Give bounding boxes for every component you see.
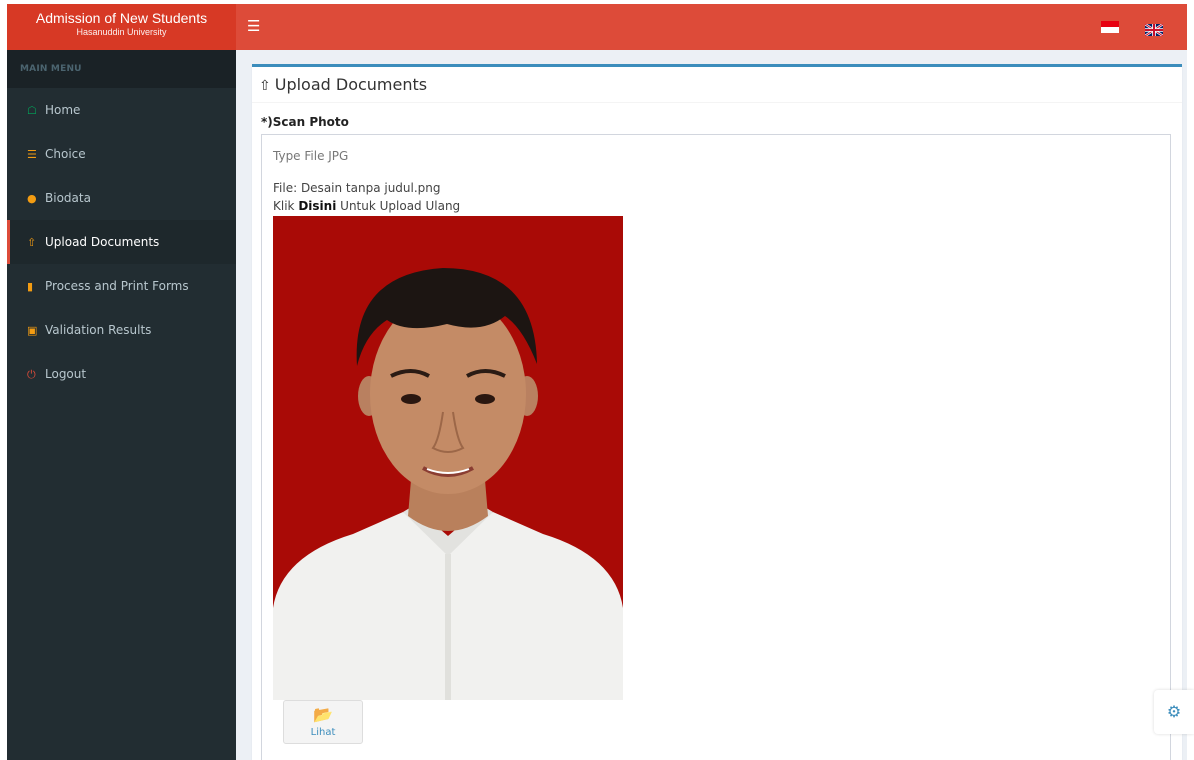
sidebar-item-label: Home bbox=[45, 103, 81, 117]
page-title: ⇧ Upload Documents bbox=[259, 75, 428, 94]
upload-icon: ⇧ bbox=[27, 236, 37, 249]
sidebar-item-biodata[interactable]: ● Biodata bbox=[7, 176, 236, 220]
sidebar-item-label: Validation Results bbox=[45, 323, 152, 337]
book-icon: ▮ bbox=[27, 280, 34, 293]
uploaded-photo-preview bbox=[273, 216, 623, 700]
power-icon: ⏻ bbox=[27, 368, 36, 381]
sidebar-item-upload-documents[interactable]: ⇧ Upload Documents bbox=[7, 220, 236, 264]
upload-documents-box: ⇧ Upload Documents *)Scan Photo Type File… bbox=[252, 64, 1182, 760]
view-button-label: Lihat bbox=[310, 727, 336, 738]
brand-logo[interactable]: Admission of New Students Hasanuddin Uni… bbox=[7, 4, 236, 50]
bars-icon[interactable]: ☰ bbox=[247, 16, 267, 36]
indonesian-flag-icon[interactable] bbox=[1101, 21, 1119, 33]
view-button[interactable]: 📂 Lihat bbox=[283, 700, 363, 744]
sidebar-item-label: Upload Documents bbox=[45, 235, 160, 249]
gear-icon[interactable]: ⚙ bbox=[1154, 690, 1194, 734]
id-card-icon: ▣ bbox=[27, 324, 38, 337]
scan-photo-panel: Type File JPG File: Desain tanpa judul.p… bbox=[261, 134, 1171, 760]
uk-flag-icon[interactable] bbox=[1144, 21, 1164, 37]
reupload-text: Klik Disini Untuk Upload Ulang bbox=[273, 199, 461, 213]
sidebar: MAIN MENU ☖ Home ☰ Choice ● Biodata ⇧ Upload… bbox=[7, 50, 236, 760]
sidebar-item-label: Logout bbox=[45, 367, 87, 381]
sidebar-item-process-print-forms[interactable]: ▮ Process and Print Forms bbox=[7, 264, 236, 308]
upload-icon: ⇧ bbox=[259, 78, 271, 94]
home-icon: ☖ bbox=[27, 104, 37, 117]
box-header: ⇧ Upload Documents bbox=[252, 67, 1182, 103]
sidebar-item-logout[interactable]: ⏻ Logout bbox=[7, 352, 236, 396]
sidebar-item-label: Process and Print Forms bbox=[45, 279, 189, 293]
sidebar-item-label: Choice bbox=[45, 147, 86, 161]
scan-photo-label: *)Scan Photo bbox=[261, 115, 349, 129]
brand-title: Admission of New Students bbox=[35, 10, 208, 26]
sidebar-item-choice[interactable]: ☰ Choice bbox=[7, 132, 236, 176]
sidebar-item-home[interactable]: ☖ Home bbox=[7, 88, 236, 132]
uploaded-file-name: File: Desain tanpa judul.png bbox=[273, 181, 441, 195]
app-window: Admission of New Students Hasanuddin Uni… bbox=[7, 4, 1187, 760]
user-icon: ● bbox=[27, 192, 37, 205]
list-icon: ☰ bbox=[27, 148, 37, 161]
folder-open-icon: 📂 bbox=[313, 705, 333, 724]
top-navbar: Admission of New Students Hasanuddin Uni… bbox=[7, 4, 1187, 50]
sidebar-item-validation-results[interactable]: ▣ Validation Results bbox=[7, 308, 236, 352]
sidebar-item-label: Biodata bbox=[45, 191, 91, 205]
brand-subtitle: Hasanuddin University bbox=[76, 27, 167, 37]
sidebar-header: MAIN MENU bbox=[7, 50, 236, 88]
reupload-link[interactable]: Disini bbox=[298, 199, 336, 213]
main-content: ⇧ Upload Documents *)Scan Photo Type File… bbox=[236, 50, 1187, 760]
file-type-hint: Type File JPG bbox=[273, 149, 349, 163]
